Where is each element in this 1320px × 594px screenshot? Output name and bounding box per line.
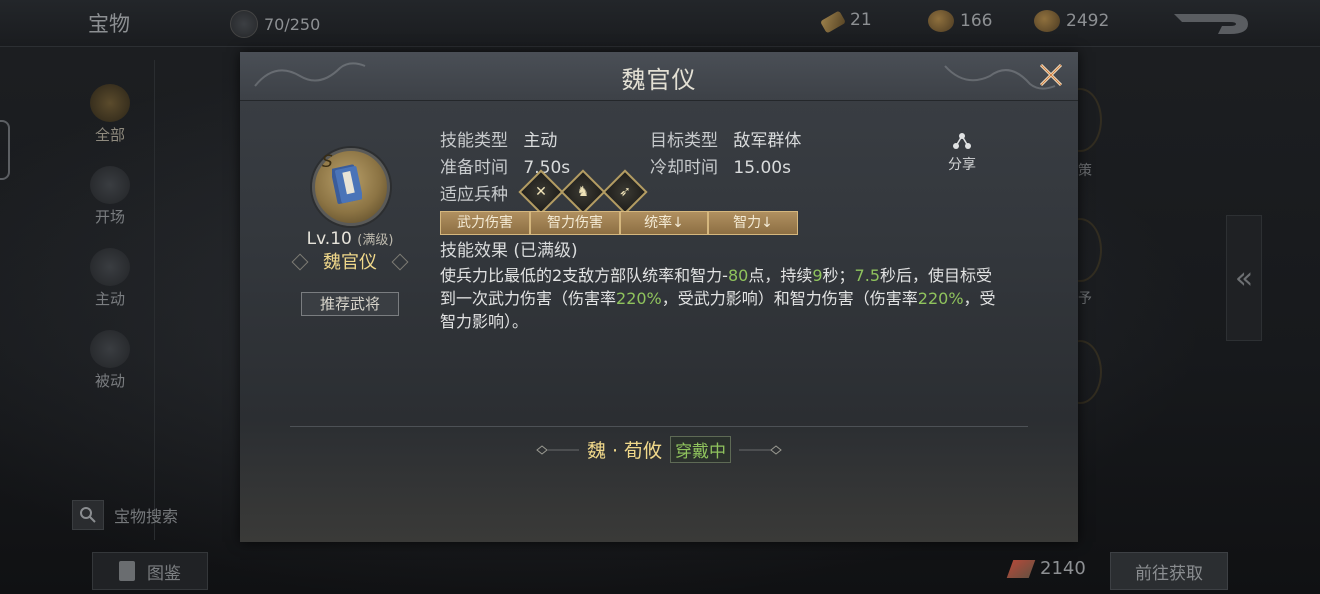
desc-text: 秒； xyxy=(822,266,855,285)
level-note: (满级) xyxy=(357,233,394,248)
skill-type-key: 技能类型 xyxy=(440,131,508,151)
scroll-icon xyxy=(819,10,847,34)
cooldown-value: 15.00s xyxy=(733,158,791,178)
background-item-label: 予 xyxy=(1078,291,1092,307)
coin-icon xyxy=(928,10,954,32)
desc-value: 220% xyxy=(917,289,964,308)
tag-command-down: 统率↓ xyxy=(620,211,708,235)
ornament-right-icon xyxy=(739,444,782,455)
desc-value: 7.5 xyxy=(854,266,880,285)
brush-icon xyxy=(1006,559,1036,578)
category-sidebar: 全部 开场 主动 被动 xyxy=(70,60,155,540)
capacity-value: 70/250 xyxy=(264,14,321,34)
skill-description: 使兵力比最低的2支敌方部队统率和智力-80点，持续9秒；7.5秒后，使目标受到一… xyxy=(440,264,1000,333)
search-icon[interactable] xyxy=(72,500,104,530)
share-icon xyxy=(953,133,971,149)
goto-obtain-button[interactable]: 前往获取 xyxy=(1110,552,1228,590)
resource-coin-value: 166 xyxy=(960,11,993,31)
book-icon xyxy=(119,561,135,581)
archer-icon: ➶ xyxy=(602,169,648,215)
diamond-icon xyxy=(291,253,309,271)
search-label: 宝物搜索 xyxy=(114,507,179,526)
atlas-button[interactable]: 图鉴 xyxy=(92,552,208,590)
desc-value: 220% xyxy=(616,289,662,308)
sidebar-item-label: 开场 xyxy=(94,208,125,226)
scroll-book-icon xyxy=(332,164,362,204)
background-item-label: 策 xyxy=(1078,163,1092,179)
share-button[interactable]: 分享 xyxy=(942,132,982,174)
skill-level: Lv.10 (满级) xyxy=(280,229,420,249)
atlas-label: 图鉴 xyxy=(147,563,181,584)
formation-icon xyxy=(90,166,130,204)
armor-icon xyxy=(90,330,130,368)
top-bar: 宝物 70/250 21 166 2492 xyxy=(0,0,1320,47)
page-title: 宝物 xyxy=(88,12,130,36)
bag-icon xyxy=(230,10,258,38)
close-icon[interactable] xyxy=(1036,60,1066,90)
equipped-info: 魏 · 荀攸 穿戴中 xyxy=(240,436,1078,463)
sidebar-item-label: 被动 xyxy=(94,372,125,390)
cauldron-icon xyxy=(90,84,130,122)
level-value: Lv.10 xyxy=(306,229,352,249)
share-label: 分享 xyxy=(948,157,976,173)
desc-text: ，受武力影响）和智力伤害（伤害率 xyxy=(661,289,918,308)
cooldown-key: 冷却时间 xyxy=(650,158,718,178)
resource-gold-value: 2492 xyxy=(1066,11,1110,31)
resource-gold[interactable]: 2492 xyxy=(1034,10,1109,32)
side-drawer-handle[interactable] xyxy=(0,120,10,180)
sidebar-item-opening[interactable]: 开场 xyxy=(70,166,150,227)
target-type-row: 目标类型 敌军群体 xyxy=(650,126,801,151)
tag-intelligence-damage: 智力伤害 xyxy=(530,211,620,235)
desc-value: 9 xyxy=(812,266,823,285)
target-type-key: 目标类型 xyxy=(650,131,718,151)
sidebar-item-all[interactable]: 全部 xyxy=(70,84,150,145)
desc-text: 使兵力比最低的2支敌方部队统率和智力- xyxy=(440,266,728,285)
desc-text: 点，持续 xyxy=(748,266,813,285)
effect-title: 技能效果 (已满级) xyxy=(440,241,578,261)
sidebar-item-passive[interactable]: 被动 xyxy=(70,330,150,391)
resource-scroll[interactable]: 21 xyxy=(819,10,872,34)
troops-row: 适应兵种 xyxy=(440,180,508,205)
equipped-status-badge: 穿戴中 xyxy=(670,436,732,463)
equipped-general-name[interactable]: 魏 · 荀攸 xyxy=(587,436,662,463)
skill-name-plate: 魏官仪 xyxy=(290,250,410,276)
tag-force-damage: 武力伤害 xyxy=(440,211,530,235)
skill-detail-dialog: 魏官仪 S Lv.10 (满级) 魏官仪 推荐武将 技能类型 主动 目标类型 敌… xyxy=(240,52,1078,542)
treasure-search[interactable]: 宝物搜索 xyxy=(72,500,178,530)
desc-value: 80 xyxy=(727,266,749,285)
skill-type-value: 主动 xyxy=(523,131,558,151)
sword-icon xyxy=(90,248,130,286)
back-button[interactable] xyxy=(1170,8,1254,38)
points-value: 2140 xyxy=(1040,558,1086,579)
dialog-title: 魏官仪 xyxy=(621,66,697,94)
points-display: 2140 xyxy=(1006,558,1086,579)
prep-time-key: 准备时间 xyxy=(440,158,508,178)
gold-icon xyxy=(1034,10,1060,32)
expand-panel-button[interactable]: « xyxy=(1226,215,1262,341)
target-type-value: 敌军群体 xyxy=(733,131,802,151)
resource-scroll-value: 21 xyxy=(850,10,872,30)
prep-time-row: 准备时间 7.50s xyxy=(440,153,570,178)
sidebar-item-label: 全部 xyxy=(94,126,125,144)
diamond-icon xyxy=(391,253,409,271)
sidebar-item-active[interactable]: 主动 xyxy=(70,248,150,309)
recommend-general-button[interactable]: 推荐武将 xyxy=(301,292,399,316)
capacity-indicator: 70/250 xyxy=(230,10,320,38)
ornament-left-icon xyxy=(536,444,579,455)
divider xyxy=(290,426,1028,427)
sidebar-item-label: 主动 xyxy=(94,290,125,308)
tag-intelligence-down: 智力↓ xyxy=(708,211,798,235)
dialog-header: 魏官仪 xyxy=(240,52,1078,101)
skill-type-row: 技能类型 主动 xyxy=(440,126,557,151)
resource-coin[interactable]: 166 xyxy=(928,10,992,32)
cooldown-row: 冷却时间 15.00s xyxy=(650,153,791,178)
skill-name: 魏官仪 xyxy=(323,252,377,273)
troops-key: 适应兵种 xyxy=(440,185,508,205)
